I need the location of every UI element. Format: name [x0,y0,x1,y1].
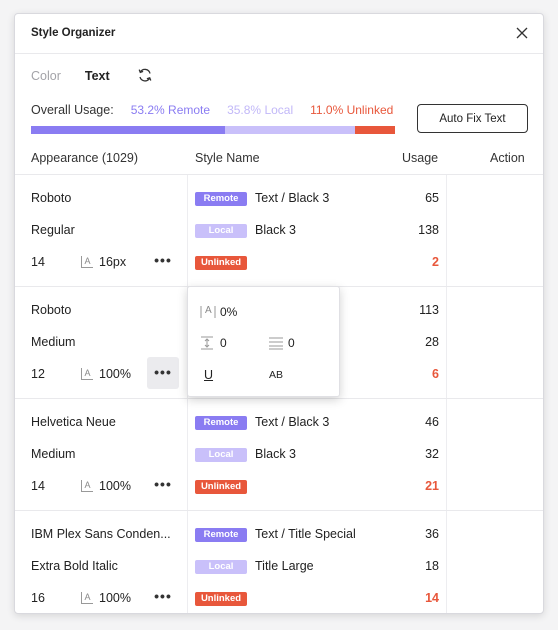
unlinked-usage: 14 [425,591,439,605]
font-size: 16 [31,591,45,605]
remote-badge: Remote [195,528,247,542]
tab-bar: Color Text [31,67,134,85]
underline-toggle[interactable]: U [204,368,213,382]
col-style-name[interactable]: Style Name [195,151,260,165]
remote-usage: 46 [425,415,439,429]
local-usage: 28 [425,335,439,349]
case-toggle[interactable]: AB [269,369,283,381]
usage-bar-unlinked [354,126,395,134]
unlinked-usage: 6 [432,367,439,381]
local-badge: Local [195,224,247,238]
letter-spacing-glyph: A [205,305,212,316]
more-horizontal-icon: ••• [154,588,172,604]
local-badge: Local [195,560,247,574]
tab-text[interactable]: Text [85,69,110,83]
line-height: 16px [99,255,127,269]
font-weight: Medium [31,335,76,349]
font-family: Roboto [31,303,72,317]
line-height-icon: A [81,592,93,604]
col-appearance[interactable]: Appearance (1029) [31,151,138,165]
remote-usage: 113 [419,303,439,317]
usage-progress-bar [31,126,395,134]
more-horizontal-icon: ••• [154,364,172,380]
overall-usage: Overall Usage: 53.2% Remote 35.8% Local … [31,103,393,117]
remote-badge: Remote [195,192,247,206]
title-bar: Style Organizer [15,14,543,54]
usage-remote-text: 53.2% Remote [130,103,211,117]
unlinked-badge: Unlinked [195,480,247,494]
usage-unlinked-text: 11.0% Unlinked [310,103,394,117]
unlinked-badge: Unlinked [195,592,247,606]
paragraph-indent-value[interactable]: 0 [288,336,295,350]
col-action: Action [490,151,525,165]
close-icon[interactable] [515,26,529,40]
remote-usage: 36 [425,527,439,541]
refresh-icon[interactable] [137,67,153,83]
font-weight: Medium [31,447,76,461]
more-horizontal-icon: ••• [154,252,172,268]
more-options-button[interactable]: ••• [147,581,179,613]
line-height-icon: A [81,480,93,492]
usage-local-text: 35.8% Local [227,103,294,117]
more-options-button[interactable]: ••• [147,469,179,501]
line-height-icon: A [81,368,93,380]
style-group: IBM Plex Sans Conden... Extra Bold Itali… [15,511,543,613]
line-height: 100% [99,367,131,381]
font-family: IBM Plex Sans Conden... [31,527,171,541]
unlinked-usage: 2 [432,255,439,269]
font-family: Helvetica Neue [31,415,116,429]
style-group: Roboto Regular 14 A 16px ••• Remote Text… [15,175,543,287]
font-weight: Extra Bold Italic [31,559,118,573]
style-organizer-window: Style Organizer Color Text Overall Usage… [14,13,544,614]
style-group: Helvetica Neue Medium 14 A 100% ••• Remo… [15,399,543,511]
more-horizontal-icon: ••• [154,476,172,492]
letter-spacing-value[interactable]: 0% [220,305,237,319]
tab-color[interactable]: Color [31,69,61,83]
remote-usage: 65 [425,191,439,205]
auto-fix-text-button[interactable]: Auto Fix Text [417,104,528,133]
window-title: Style Organizer [31,27,116,39]
local-usage: 138 [418,223,439,237]
line-height: 100% [99,479,131,493]
usage-bar-remote [31,126,225,134]
font-size: 12 [31,367,45,381]
remote-style-name[interactable]: Text / Black 3 [255,191,329,205]
paragraph-spacing-icon [201,336,213,350]
local-usage: 18 [425,559,439,573]
font-family: Roboto [31,191,72,205]
local-usage: 32 [425,447,439,461]
unlinked-usage: 21 [425,479,439,493]
local-style-name[interactable]: Black 3 [255,447,296,461]
local-badge: Local [195,448,247,462]
local-style-name[interactable]: Black 3 [255,223,296,237]
font-weight: Regular [31,223,75,237]
font-size: 14 [31,479,45,493]
local-style-name[interactable]: Title Large [255,559,314,573]
remote-style-name[interactable]: Text / Title Special [255,527,356,541]
paragraph-indent-icon [269,337,283,350]
table-header: Appearance (1029) Style Name Usage Actio… [15,145,543,175]
usage-bar-local [224,126,355,134]
more-options-button[interactable]: ••• [147,357,179,389]
remote-style-name[interactable]: Text / Black 3 [255,415,329,429]
line-height: 100% [99,591,131,605]
text-properties-popover: A 0% 0 0 U AB [187,286,340,397]
font-size: 14 [31,255,45,269]
line-height-icon: A [81,256,93,268]
col-usage[interactable]: Usage [402,151,438,165]
unlinked-badge: Unlinked [195,256,247,270]
usage-label: Overall Usage: [31,103,114,117]
remote-badge: Remote [195,416,247,430]
more-options-button[interactable]: ••• [147,245,179,277]
paragraph-spacing-value[interactable]: 0 [220,336,227,350]
